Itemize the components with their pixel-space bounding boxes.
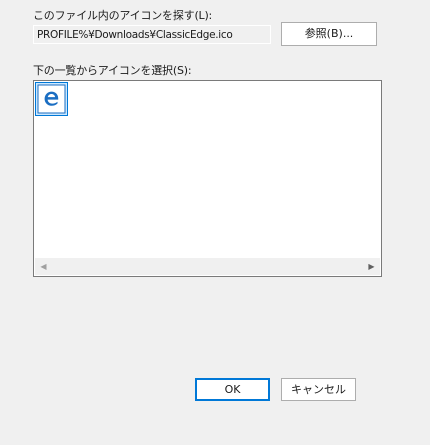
cancel-button-label: キャンセル (291, 383, 346, 396)
scroll-left-icon[interactable]: ◀ (35, 258, 52, 275)
icon-file-path-input[interactable] (33, 25, 271, 44)
icon-list[interactable]: ◀ ▶ (33, 80, 382, 277)
icon-select-label: 下の一覧からアイコンを選択(S): (33, 64, 192, 77)
cancel-button[interactable]: キャンセル (281, 378, 356, 401)
edge-legacy-icon (37, 84, 66, 114)
browse-button-label: 参照(B)... (304, 27, 354, 40)
file-search-label: このファイル内のアイコンを探す(L): (33, 9, 213, 22)
icon-list-item-selected[interactable] (35, 82, 68, 116)
horizontal-scrollbar[interactable]: ◀ ▶ (35, 258, 380, 275)
scroll-right-icon[interactable]: ▶ (363, 258, 380, 275)
browse-button[interactable]: 参照(B)... (281, 22, 377, 46)
ok-button-label: OK (224, 383, 241, 396)
change-icon-dialog: このファイル内のアイコンを探す(L): 参照(B)... 下の一覧からアイコンを… (0, 0, 430, 445)
ok-button[interactable]: OK (195, 378, 270, 401)
